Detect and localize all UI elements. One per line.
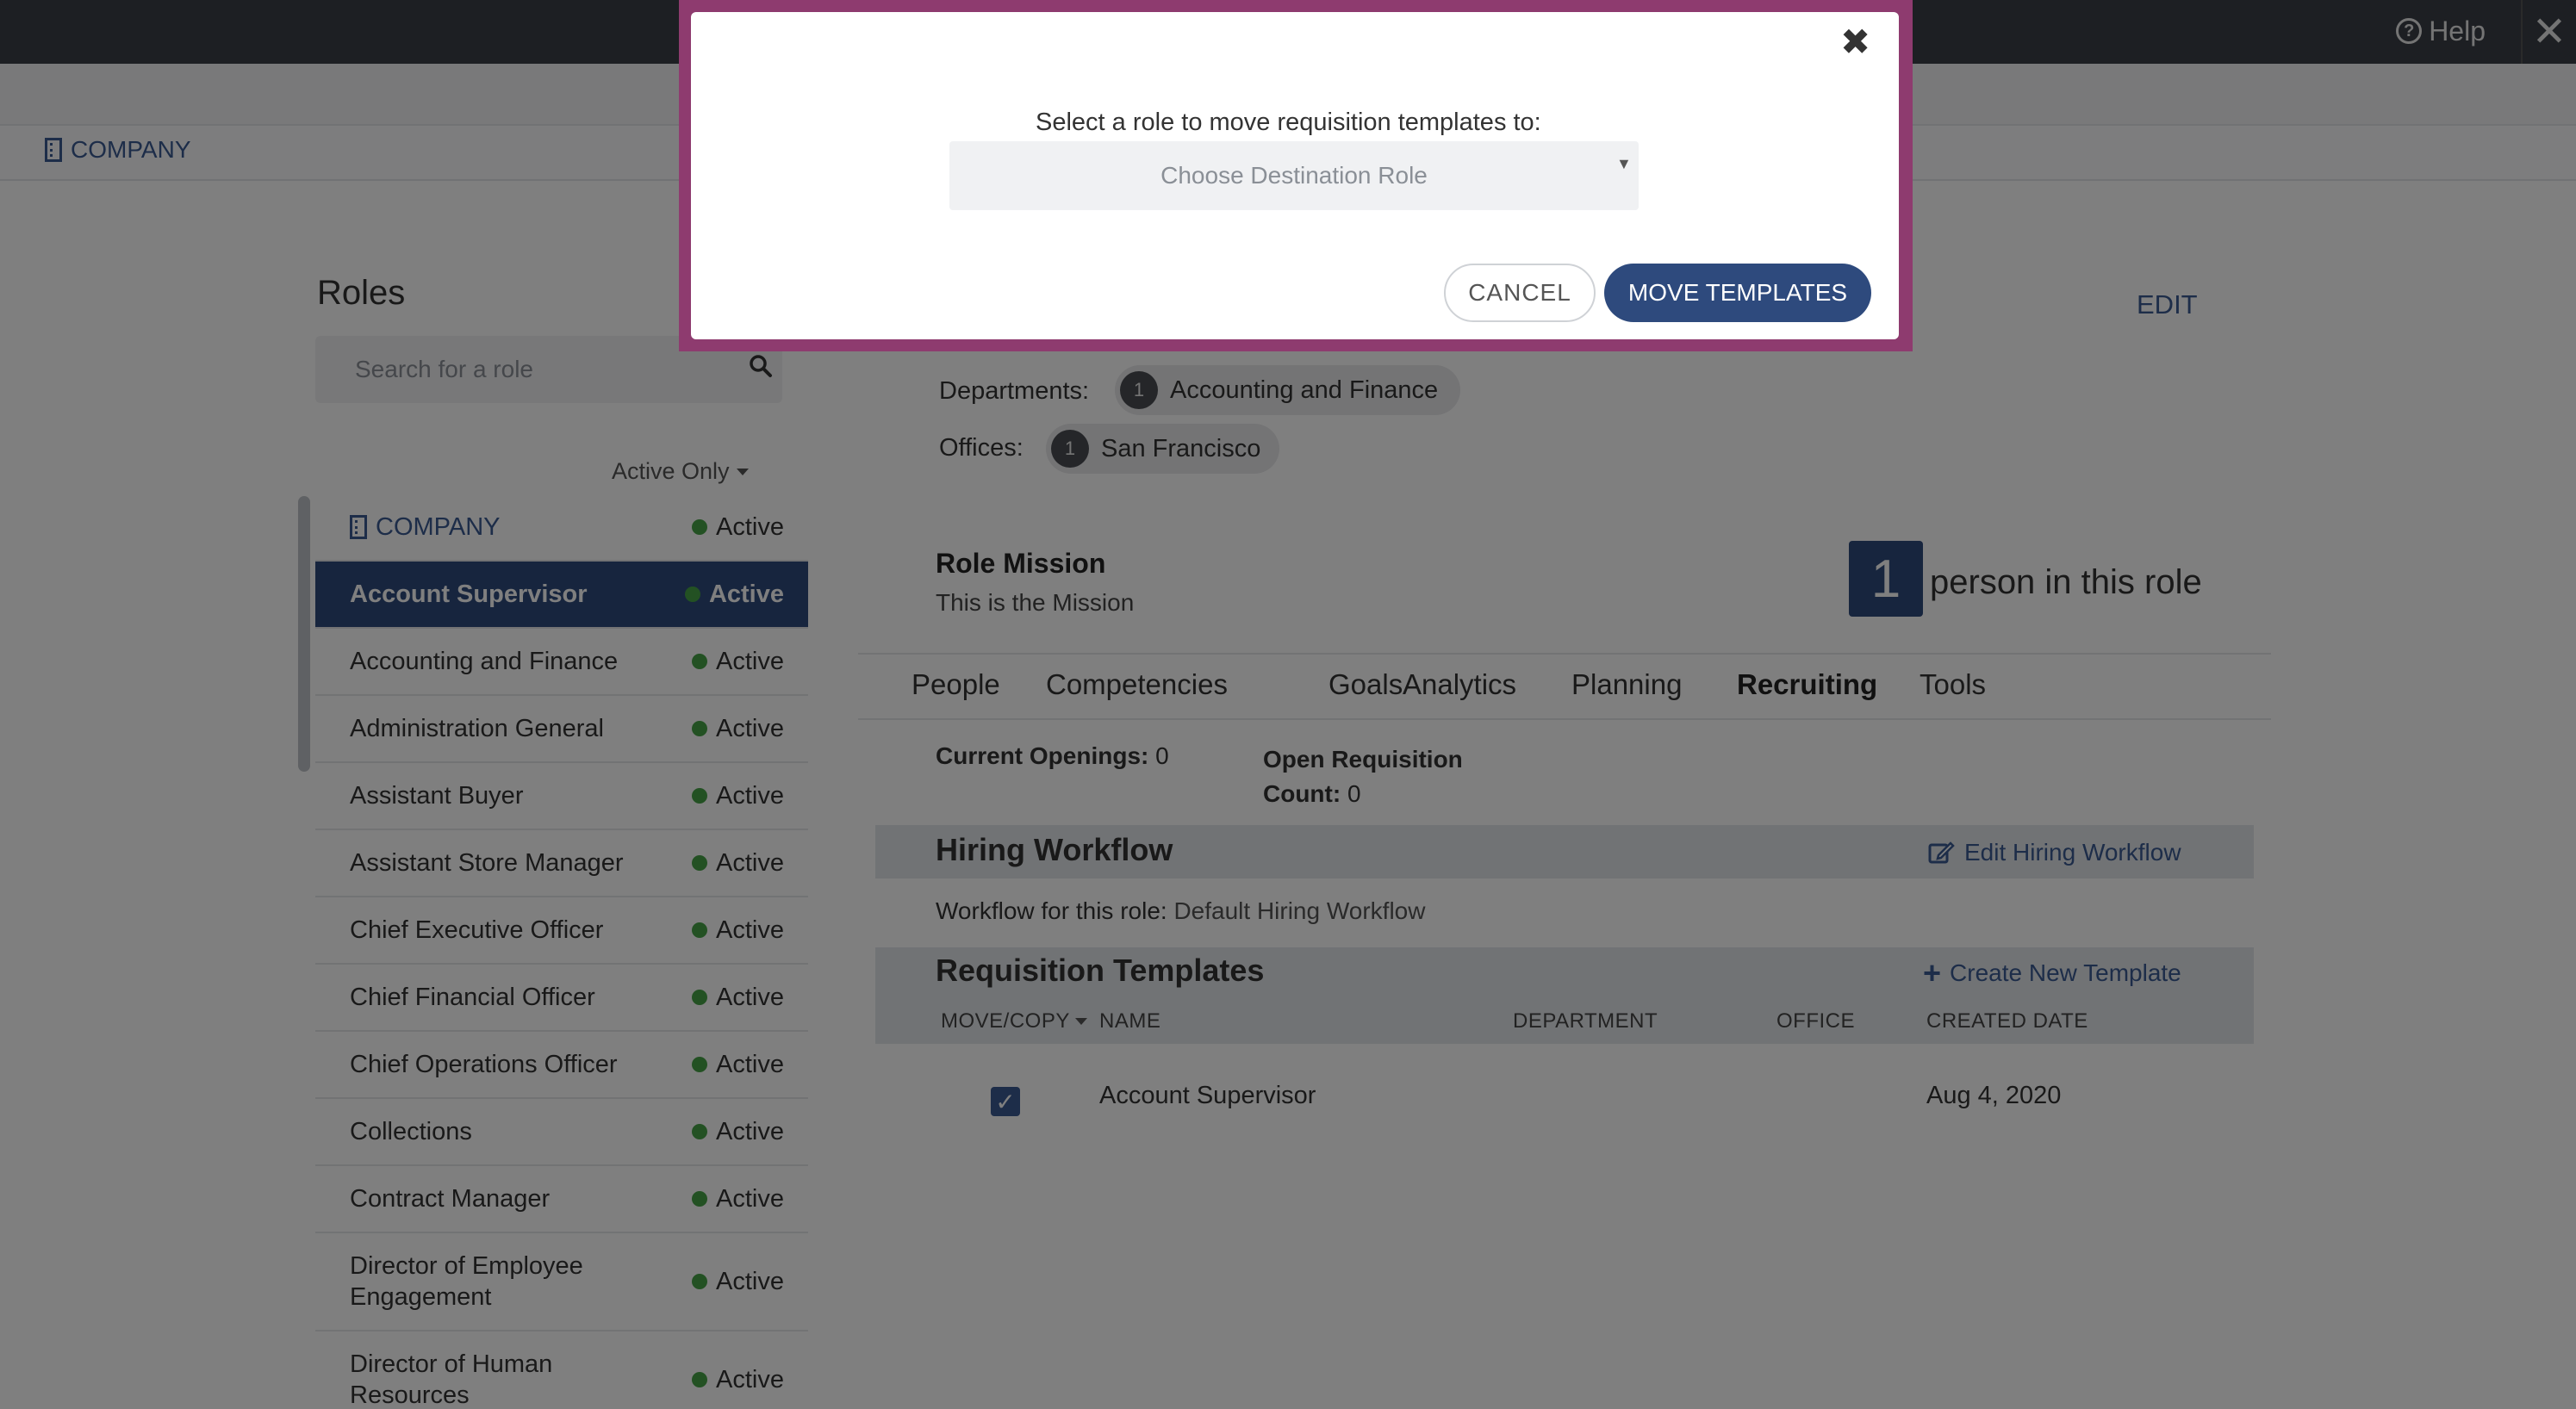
modal-prompt: Select a role to move requisition templa… xyxy=(1036,109,1541,136)
caret-down-icon: ▼ xyxy=(1616,155,1632,172)
destination-role-select[interactable]: Choose Destination Role xyxy=(949,141,1639,210)
move-templates-button[interactable]: MOVE TEMPLATES xyxy=(1604,264,1871,322)
close-icon[interactable]: ✖ xyxy=(1840,21,1870,63)
cancel-button[interactable]: CANCEL xyxy=(1444,264,1596,322)
